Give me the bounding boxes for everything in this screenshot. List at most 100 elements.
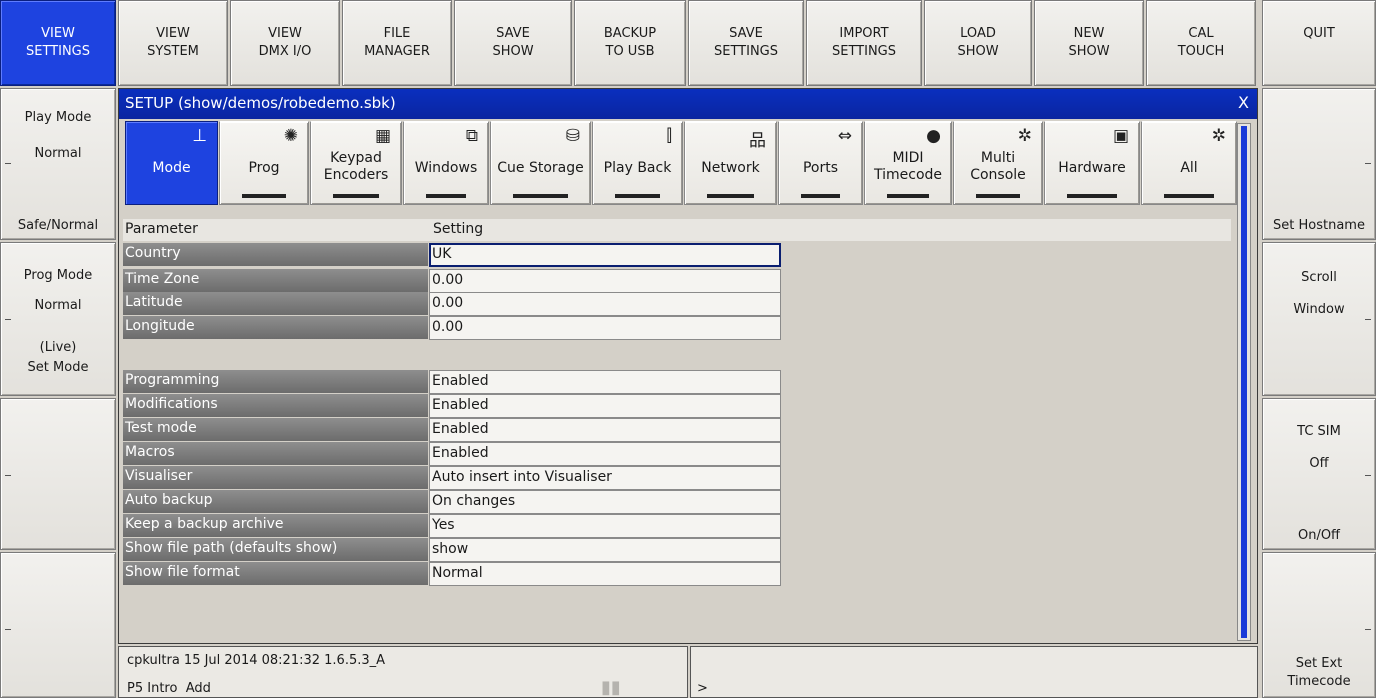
tick-mark	[1365, 319, 1371, 320]
new-show-button[interactable]: NEW SHOW	[1034, 0, 1144, 86]
tab-hardware-label: Hardware	[1058, 160, 1126, 176]
tab-mode[interactable]: ⊥ Mode	[125, 121, 218, 205]
tab-play-back[interactable]: ⫿ Play Back	[592, 121, 683, 205]
import-settings-button[interactable]: IMPORT SETTINGS	[806, 0, 922, 86]
file-manager-line2: MANAGER	[364, 44, 430, 59]
param-cell: Show file path (defaults show)	[123, 538, 428, 562]
value-cell[interactable]: 0.00	[429, 269, 781, 293]
tab-foot	[976, 194, 1020, 198]
value-cell[interactable]: Enabled	[429, 394, 781, 418]
tab-prog[interactable]: ✺ Prog	[219, 121, 309, 205]
col-parameter-header: Parameter	[125, 221, 198, 237]
prog-icon: ✺	[283, 126, 298, 146]
param-cell: Programming	[123, 370, 428, 394]
scroll-window-button[interactable]: Scroll Window	[1262, 242, 1376, 396]
tab-bar: ⊥ Mode ✺ Prog ▦ Keypad Encoders ⧉ Window…	[125, 121, 1237, 205]
value-cell[interactable]: show	[429, 538, 781, 562]
value-cell[interactable]: Auto insert into Visualiser	[429, 466, 781, 490]
value-cell[interactable]: UK	[429, 243, 781, 267]
tab-cue-storage[interactable]: ⛁ Cue Storage	[490, 121, 591, 205]
save-show-button[interactable]: SAVE SHOW	[454, 0, 572, 86]
tc-sim-button[interactable]: TC SIM Off On/Off	[1262, 398, 1376, 550]
view-settings-button[interactable]: VIEW SETTINGS	[0, 0, 116, 86]
prog-mode-value: Normal	[34, 298, 82, 313]
param-cell: Modifications	[123, 394, 428, 418]
hardware-chip-icon: ▣	[1112, 126, 1129, 146]
tab-foot	[333, 194, 379, 198]
tab-multi-console[interactable]: ✲ Multi Console	[953, 121, 1043, 205]
value-cell[interactable]: Enabled	[429, 442, 781, 466]
value-cell[interactable]: Yes	[429, 514, 781, 538]
scrollbar-thumb[interactable]	[1241, 126, 1247, 638]
network-icon: 品	[749, 131, 766, 151]
param-cell: Time Zone	[123, 269, 428, 293]
keypad-icon: ▦	[374, 126, 391, 146]
view-dmx-io-line2: DMX I/O	[258, 44, 312, 59]
value-cell[interactable]: 0.00	[429, 292, 781, 316]
left-empty-button-1[interactable]	[0, 398, 116, 550]
set-ext-timecode-button[interactable]: Set Ext Timecode	[1262, 552, 1376, 698]
param-cell: Auto backup	[123, 490, 428, 514]
tick-mark	[1365, 475, 1371, 476]
status-version-line: cpkultra 15 Jul 2014 08:21:32 1.6.5.3_A	[127, 653, 386, 668]
vertical-scrollbar[interactable]	[1237, 123, 1251, 641]
scroll-window-line2: Window	[1293, 302, 1345, 317]
tab-foot	[242, 194, 286, 198]
view-system-line1: VIEW	[156, 26, 190, 42]
command-line[interactable]: >	[690, 646, 1258, 698]
tick-mark	[5, 629, 11, 630]
tab-cue-storage-label: Cue Storage	[497, 160, 584, 176]
file-manager-button[interactable]: FILE MANAGER	[342, 0, 452, 86]
view-dmx-io-button[interactable]: VIEW DMX I/O	[230, 0, 340, 86]
tab-network[interactable]: 品 Network	[684, 121, 777, 205]
window-title: SETUP (show/demos/robedemo.sbk)	[125, 94, 396, 112]
cal-touch-button[interactable]: CAL TOUCH	[1146, 0, 1256, 86]
prog-mode-action: Set Mode	[27, 360, 89, 375]
quit-button[interactable]: QUIT	[1262, 0, 1376, 86]
set-hostname-label: Set Hostname	[1273, 218, 1365, 233]
window-titlebar[interactable]: SETUP (show/demos/robedemo.sbk) X	[119, 89, 1257, 119]
load-show-line1: LOAD	[960, 26, 996, 42]
param-cell: Latitude	[123, 292, 428, 316]
tc-sim-action: On/Off	[1297, 528, 1341, 543]
left-empty-button-2[interactable]	[0, 552, 116, 698]
tab-all[interactable]: ✲ All	[1141, 121, 1237, 205]
set-ext-timecode-line1: Set Ext	[1295, 656, 1343, 671]
play-mode-value: Normal	[34, 146, 82, 161]
play-back-icon: ⫿	[666, 126, 672, 146]
value-cell[interactable]: On changes	[429, 490, 781, 514]
tab-windows[interactable]: ⧉ Windows	[403, 121, 489, 205]
save-settings-button[interactable]: SAVE SETTINGS	[688, 0, 804, 86]
view-system-button[interactable]: VIEW SYSTEM	[118, 0, 228, 86]
multi-console-gear-icon: ✲	[1017, 126, 1032, 146]
tab-multi-console-label: Multi Console	[970, 150, 1026, 183]
value-cell[interactable]: Normal	[429, 562, 781, 586]
prog-mode-button[interactable]: Prog Mode Normal (Live) Set Mode	[0, 242, 116, 396]
col-setting-header: Setting	[433, 221, 484, 237]
value-cell[interactable]: Enabled	[429, 370, 781, 394]
view-settings-line2: SETTINGS	[25, 44, 90, 59]
value-cell[interactable]: Enabled	[429, 418, 781, 442]
view-system-line2: SYSTEM	[147, 44, 199, 59]
tab-foot	[426, 194, 466, 198]
set-hostname-button[interactable]: Set Hostname	[1262, 88, 1376, 240]
tab-keypad-encoders[interactable]: ▦ Keypad Encoders	[310, 121, 402, 205]
new-show-line1: NEW	[1073, 26, 1105, 42]
close-icon[interactable]: X	[1238, 93, 1249, 112]
tab-windows-label: Windows	[414, 160, 478, 176]
tab-midi-timecode[interactable]: ● MIDI Timecode	[864, 121, 952, 205]
load-show-button[interactable]: LOAD SHOW	[924, 0, 1032, 86]
grid-header: Parameter Setting	[123, 219, 1231, 241]
value-cell[interactable]: 0.00	[429, 316, 781, 340]
param-cell: Visualiser	[123, 466, 428, 490]
param-cell: Keep a backup archive	[123, 514, 428, 538]
tab-mode-label: Mode	[152, 160, 191, 176]
backup-to-usb-button[interactable]: BACKUP TO USB	[574, 0, 686, 86]
tab-ports[interactable]: ⇔ Ports	[778, 121, 863, 205]
view-dmx-io-line1: VIEW	[268, 26, 302, 42]
play-mode-button[interactable]: Play Mode Normal Safe/Normal	[0, 88, 116, 240]
tab-hardware[interactable]: ▣ Hardware	[1044, 121, 1140, 205]
param-cell: Show file format	[123, 562, 428, 586]
param-cell: Longitude	[123, 316, 428, 340]
tc-sim-value: Off	[1309, 456, 1329, 471]
